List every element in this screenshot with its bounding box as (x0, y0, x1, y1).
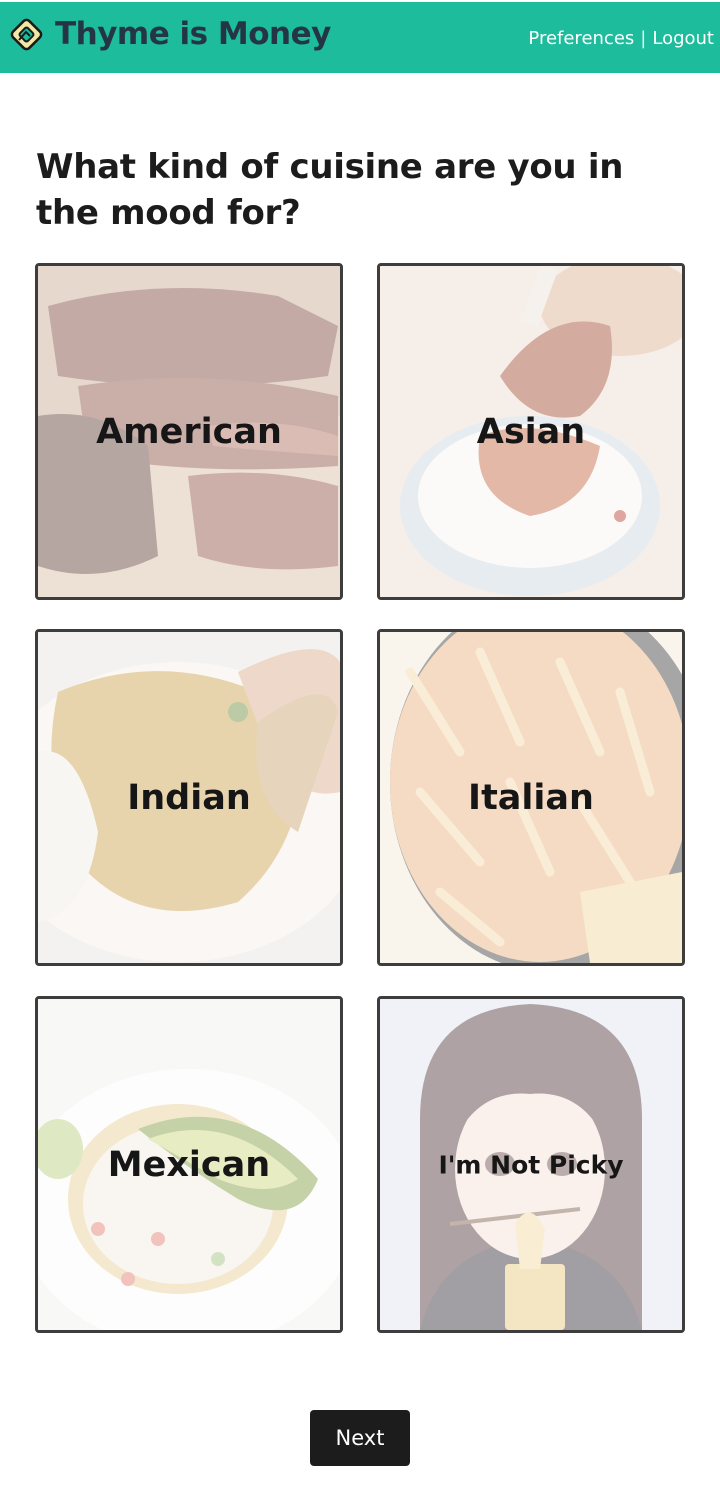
next-button[interactable]: Next (310, 1410, 410, 1466)
top-navbar: Thyme is Money Preferences | Logout (0, 2, 720, 73)
cuisine-card-american[interactable]: American (35, 263, 343, 600)
cuisine-card-italian[interactable]: Italian (377, 629, 685, 966)
cuisine-label: American (96, 411, 282, 452)
preferences-link[interactable]: Preferences (528, 28, 634, 49)
cuisine-label: Asian (476, 411, 586, 452)
page-title: What kind of cuisine are you in the mood… (36, 147, 624, 233)
cuisine-label: I'm Not Picky (438, 1150, 624, 1179)
cuisine-label: Indian (127, 777, 251, 818)
cuisine-label: Italian (468, 777, 594, 818)
thyme-logo-icon (10, 18, 43, 50)
cuisine-card-indian[interactable]: Indian (35, 629, 343, 966)
logout-link[interactable]: Logout (652, 28, 714, 49)
nav-links: Preferences | Logout (528, 28, 714, 49)
brand-name: Thyme is Money (55, 16, 331, 52)
nav-separator: | (640, 28, 647, 49)
cuisine-card-not-picky[interactable]: I'm Not Picky (377, 996, 685, 1333)
cuisine-card-asian[interactable]: Asian (377, 263, 685, 600)
cuisine-card-mexican[interactable]: Mexican (35, 996, 343, 1333)
brand[interactable]: Thyme is Money (10, 16, 331, 52)
cuisine-label: Mexican (107, 1144, 271, 1185)
